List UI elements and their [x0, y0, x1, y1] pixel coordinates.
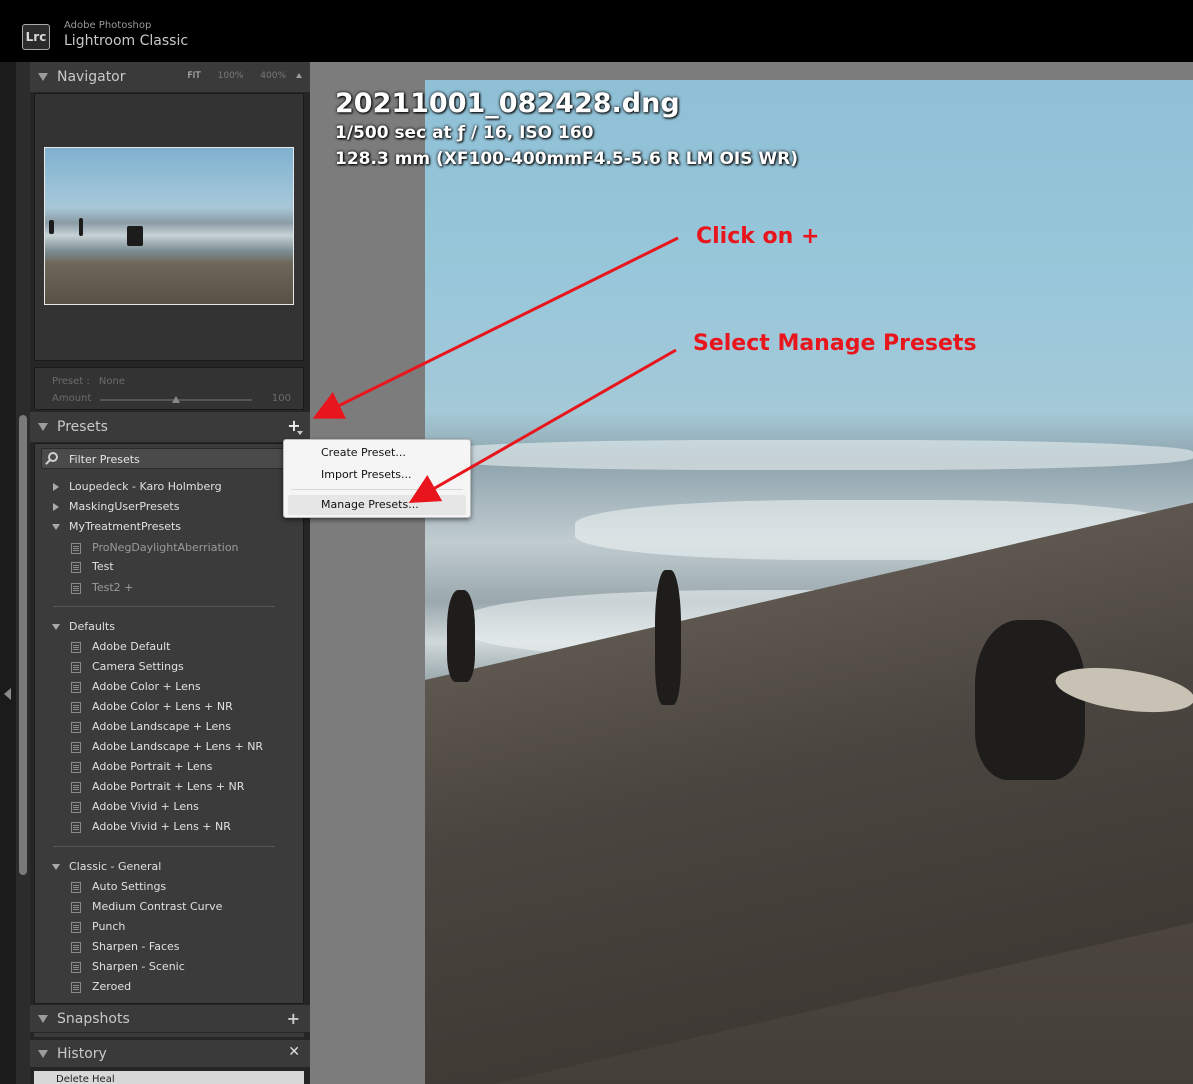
navigator-title: Navigator [57, 69, 126, 85]
navigator-preview[interactable] [34, 93, 304, 361]
amount-slider[interactable] [100, 396, 252, 403]
preset-icon [71, 762, 81, 773]
preset-icon [71, 782, 81, 793]
snapshots-title: Snapshots [57, 1011, 130, 1027]
presets-title: Presets [57, 419, 108, 435]
zoom-fit[interactable]: FIT [187, 71, 200, 81]
add-snapshot-plus-icon[interactable]: + [287, 1009, 300, 1028]
preset-icon [71, 642, 81, 653]
amount-label: Amount [52, 393, 92, 404]
preset-icon [71, 543, 81, 554]
preset-icon [71, 742, 81, 753]
left-panel: Navigator FIT 100% 400% Preset : None Am… [30, 62, 310, 1084]
preset-icon [71, 922, 81, 933]
zoom-more-icon[interactable] [296, 73, 302, 78]
collapse-triangle-icon[interactable] [38, 1050, 48, 1058]
snapshots-header[interactable]: Snapshots + [30, 1005, 310, 1032]
zoom-400[interactable]: 400% [260, 71, 286, 81]
group-separator [53, 606, 275, 607]
history-header[interactable]: History ✕ [30, 1040, 310, 1067]
preset-amount-panel: Preset : None Amount 100 [34, 367, 304, 410]
collapse-left-panel-icon[interactable] [4, 688, 11, 700]
preset-icon [71, 942, 81, 953]
collapse-triangle-icon[interactable] [52, 864, 60, 870]
preset-icon [71, 982, 81, 993]
lightroom-window: Lrc Adobe Photoshop Lightroom Classic Na… [0, 0, 1193, 1084]
preset-icon [71, 562, 81, 573]
child-figure [655, 570, 681, 705]
photo-info-overlay: 20211001_082428.dng 1/500 sec at ƒ / 16,… [335, 88, 798, 172]
snapshots-list [34, 1033, 304, 1037]
preset-icon [71, 702, 81, 713]
history-item[interactable]: Delete Heal [34, 1071, 304, 1084]
menu-import-presets[interactable]: Import Presets... [288, 465, 466, 485]
expand-triangle-icon[interactable] [53, 503, 59, 511]
app-name: Lightroom Classic [64, 33, 189, 49]
navigator-zoom-options: FIT 100% 400% [173, 71, 286, 81]
annotation-select-manage: Select Manage Presets [693, 331, 977, 356]
presets-plus-menu: Create Preset... Import Presets... Manag… [283, 439, 471, 518]
expand-triangle-icon[interactable] [53, 483, 59, 491]
preset-value: None [98, 376, 126, 387]
photo-lens: 128.3 mm (XF100-400mmF4.5-5.6 R LM OIS W… [335, 149, 799, 169]
wave-foam [425, 440, 1193, 470]
preset-icon [71, 902, 81, 913]
plus-dropdown-caret-icon[interactable] [297, 431, 303, 435]
menu-manage-presets[interactable]: Manage Presets... [288, 495, 466, 515]
presets-header[interactable]: Presets + [30, 412, 310, 442]
photo-filename: 20211001_082428.dng [335, 88, 680, 119]
filter-presets-placeholder: Filter Presets [69, 453, 140, 466]
search-icon [48, 452, 58, 462]
collapse-triangle-icon[interactable] [38, 423, 48, 431]
amount-value: 100 [271, 393, 291, 404]
left-panel-edge[interactable] [0, 62, 16, 1084]
preset-icon [71, 962, 81, 973]
group-separator [53, 846, 275, 847]
menu-separator [291, 489, 463, 490]
collapse-triangle-icon[interactable] [52, 624, 60, 630]
preset-line: Preset : None [52, 376, 125, 387]
presets-list: Filter Presets Loupedeck - Karo Holmberg… [34, 443, 304, 1004]
title-bar: Lrc Adobe Photoshop Lightroom Classic [0, 0, 1193, 62]
collapse-triangle-icon[interactable] [52, 524, 60, 530]
child-figure [447, 590, 475, 682]
image-canvas[interactable] [310, 62, 1193, 1084]
thumb-figure [127, 226, 143, 246]
collapse-triangle-icon[interactable] [38, 73, 48, 81]
preset-icon [71, 882, 81, 893]
photo-exposure: 1/500 sec at ƒ / 16, ISO 160 [335, 123, 594, 143]
navigator-header[interactable]: Navigator FIT 100% 400% [30, 62, 310, 92]
thumb-figure [49, 220, 54, 234]
preset-icon [71, 822, 81, 833]
panel-scrollbar-thumb[interactable] [19, 415, 27, 875]
clear-history-close-icon[interactable]: ✕ [288, 1044, 300, 1060]
navigator-thumbnail[interactable] [44, 147, 294, 305]
zoom-100[interactable]: 100% [218, 71, 244, 81]
thumb-figure [79, 218, 83, 236]
preset-icon [71, 722, 81, 733]
preset-icon [71, 682, 81, 693]
amount-slider-knob[interactable] [172, 396, 180, 403]
filter-presets-input[interactable]: Filter Presets [41, 448, 299, 469]
preset-icon [71, 802, 81, 813]
menu-create-preset[interactable]: Create Preset... [288, 443, 466, 463]
collapse-triangle-icon[interactable] [38, 1015, 48, 1023]
history-title: History [57, 1046, 107, 1062]
preset-label: Preset : [52, 376, 90, 387]
surfer-figure [975, 620, 1085, 780]
preset-icon [71, 662, 81, 673]
app-subtitle: Adobe Photoshop [64, 20, 152, 31]
lrc-logo: Lrc [22, 24, 50, 50]
annotation-click-plus: Click on + [696, 224, 820, 249]
preset-icon [71, 583, 81, 594]
